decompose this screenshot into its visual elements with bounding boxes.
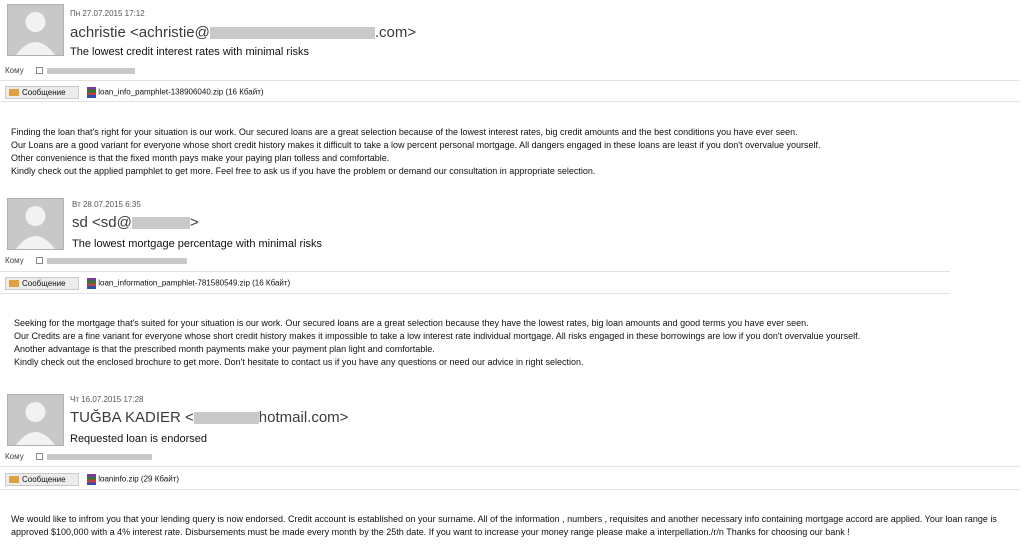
body-paragraph: Our Credits are a fine variant for every…	[14, 331, 861, 341]
recipient-checkbox[interactable]	[35, 257, 43, 265]
sender-address[interactable]: sd <sd@ >	[72, 214, 199, 231]
message-tab-label: Сообщение	[22, 279, 66, 288]
body-paragraph: Kindly check out the enclosed brochure t…	[14, 357, 584, 367]
to-label: Кому	[5, 256, 24, 265]
recipient-checkbox[interactable]	[35, 453, 43, 461]
body-paragraph: Another advantage is that the prescribed…	[14, 344, 435, 354]
message-tab[interactable]: Сообщение	[5, 86, 79, 99]
divider	[0, 101, 1020, 102]
redacted-recipient	[46, 67, 135, 74]
attachment-link[interactable]: loan_information_pamphlet-781580549.zip …	[87, 278, 290, 289]
to-row: Кому	[5, 66, 135, 75]
attachment-row: Сообщение loan_info_pamphlet-138906040.z…	[5, 86, 264, 99]
divider	[0, 80, 1020, 81]
to-row: Кому	[5, 256, 187, 265]
divider	[0, 271, 950, 272]
zip-archive-icon	[87, 474, 97, 485]
zip-archive-icon	[87, 87, 97, 98]
body-paragraph: Other convenience is that the fixed mont…	[11, 153, 390, 163]
envelope-icon	[9, 280, 19, 288]
message-tab-label: Сообщение	[22, 88, 66, 97]
email-subject: Requested loan is endorsed	[70, 433, 207, 445]
body-paragraph: Seeking for the mortgage that's suited f…	[14, 318, 809, 328]
email-date: Пн 27.07.2015 17:12	[70, 9, 145, 18]
envelope-icon	[9, 476, 19, 484]
sender-address[interactable]: TUĞBA KADIER < hotmail.com>	[70, 409, 348, 426]
attachment-name: loaninfo.zip (29 Кбайт)	[98, 474, 180, 484]
redacted-recipient	[46, 453, 152, 460]
to-row: Кому	[5, 452, 152, 461]
sender-avatar	[7, 394, 64, 446]
attachment-name: loan_information_pamphlet-781580549.zip …	[98, 278, 291, 288]
sender-name: achristie <achristie@	[70, 24, 210, 41]
body-paragraph: Kindly check out the applied pamphlet to…	[11, 166, 596, 176]
email-date: Вт 28.07.2015 6:35	[72, 200, 141, 209]
body-paragraph: Finding the loan that's right for your s…	[11, 127, 798, 137]
body-paragraph: We would like to infrom you that your le…	[11, 514, 997, 537]
attachment-name: loan_info_pamphlet-138906040.zip (16 Кба…	[98, 87, 264, 97]
sender-name: sd <sd@	[72, 214, 132, 231]
email-body: Finding the loan that's right for your s…	[11, 126, 1016, 178]
envelope-icon	[9, 89, 19, 97]
redacted-block	[209, 27, 375, 40]
sender-avatar	[7, 198, 64, 250]
email-date: Чт 16.07.2015 17:28	[70, 395, 144, 404]
sender-avatar	[7, 4, 64, 56]
email-subject: The lowest credit interest rates with mi…	[70, 46, 310, 58]
attachment-row: Сообщение loan_information_pamphlet-7815…	[5, 277, 290, 290]
sender-name: TUĞBA KADIER <	[70, 409, 194, 426]
sender-address[interactable]: achristie <achristie@ .com>	[70, 24, 416, 41]
divider	[0, 489, 1020, 490]
sender-domain: >	[189, 214, 199, 231]
divider	[0, 293, 950, 294]
redacted-block	[131, 217, 190, 230]
divider	[0, 466, 1020, 467]
email-subject: The lowest mortgage percentage with mini…	[72, 238, 323, 250]
attachment-row: Сообщение loaninfo.zip (29 Кбайт)	[5, 473, 179, 486]
sender-domain: .com>	[374, 24, 417, 41]
zip-archive-icon	[87, 278, 97, 289]
message-tab-label: Сообщение	[22, 475, 66, 484]
email-body: Seeking for the mortgage that's suited f…	[14, 317, 1014, 369]
attachment-link[interactable]: loaninfo.zip (29 Кбайт)	[87, 474, 179, 485]
recipient-checkbox[interactable]	[35, 67, 43, 75]
to-label: Кому	[5, 66, 24, 75]
redacted-block	[193, 412, 259, 425]
message-tab[interactable]: Сообщение	[5, 473, 79, 486]
attachment-link[interactable]: loan_info_pamphlet-138906040.zip (16 Кба…	[87, 87, 264, 98]
sender-domain: hotmail.com>	[258, 409, 349, 426]
to-label: Кому	[5, 452, 24, 461]
body-paragraph: Our Loans are a good variant for everyon…	[11, 140, 821, 150]
message-tab[interactable]: Сообщение	[5, 277, 79, 290]
redacted-recipient	[46, 257, 187, 264]
email-body: We would like to infrom you that your le…	[11, 513, 1021, 539]
